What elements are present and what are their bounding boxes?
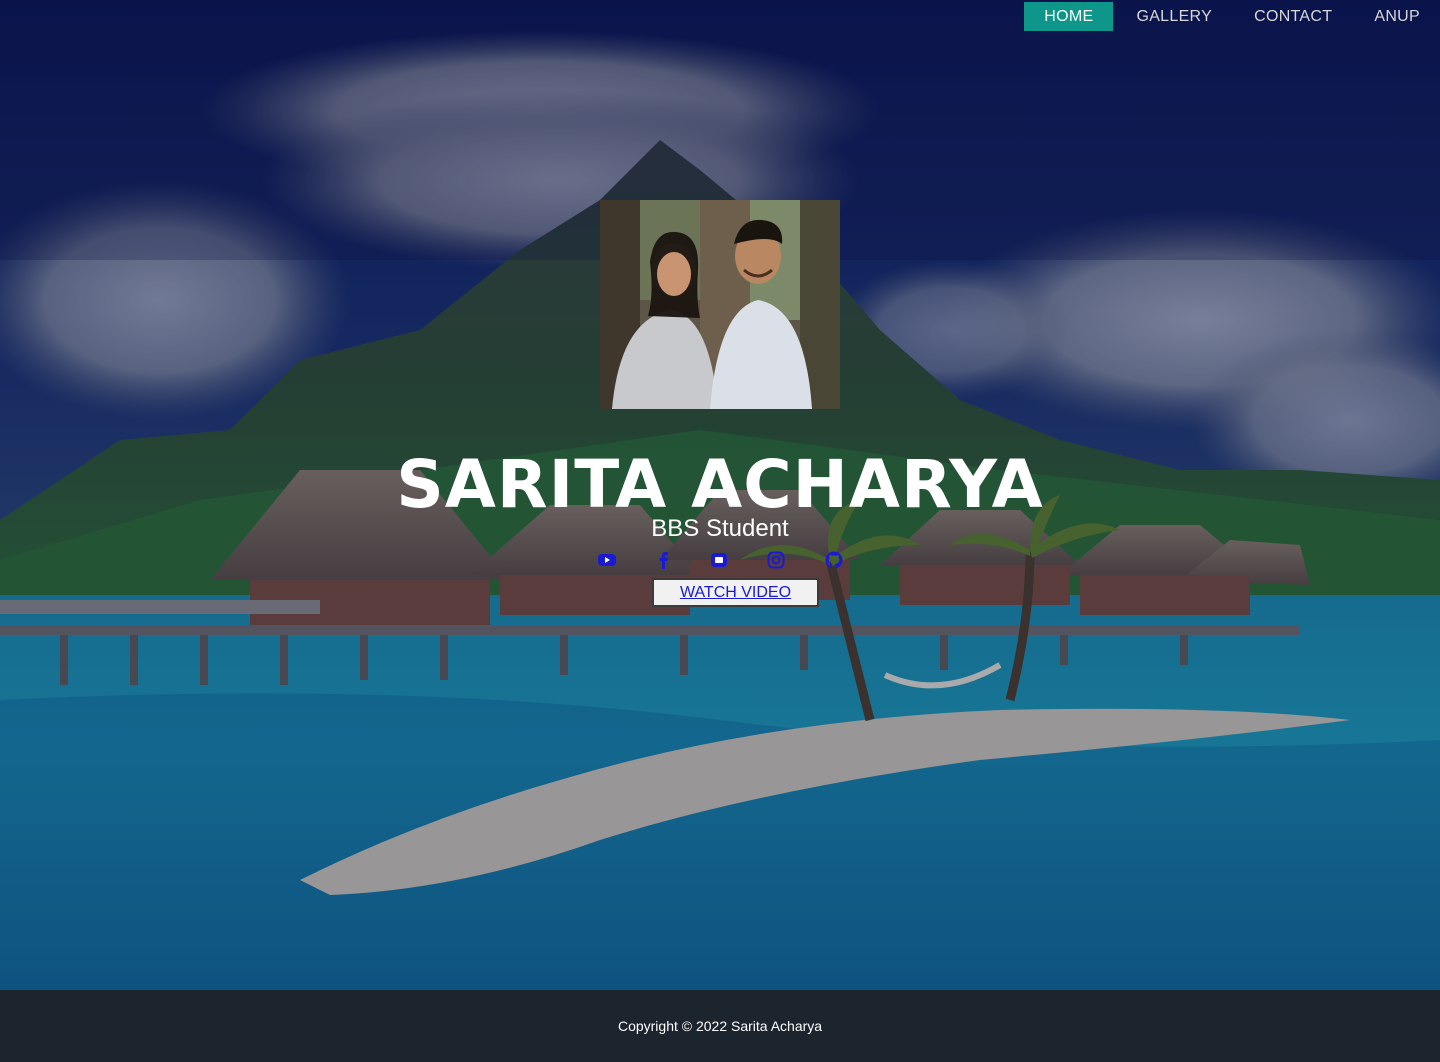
instagram-icon[interactable] — [766, 550, 786, 570]
facebook-icon[interactable] — [654, 550, 674, 570]
nav-home[interactable]: HOME — [1024, 2, 1114, 31]
couple-photo-image — [600, 200, 840, 409]
footer: Copyright © 2022 Sarita Acharya — [0, 990, 1440, 1062]
profile-photo — [600, 200, 840, 409]
nav-contact[interactable]: CONTACT — [1234, 2, 1354, 31]
copyright-text: Copyright © 2022 Sarita Acharya — [617, 1018, 823, 1034]
profile-name: SARITA ACHARYA — [396, 446, 1044, 523]
square-icon[interactable] — [709, 550, 729, 570]
nav-gallery[interactable]: GALLERY — [1113, 2, 1234, 31]
youtube-icon[interactable] — [597, 550, 617, 570]
watch-video-button[interactable]: WATCH VIDEO — [652, 578, 819, 607]
main-nav: HOME GALLERY CONTACT ANUP — [1024, 2, 1440, 31]
nav-anup[interactable]: ANUP — [1354, 2, 1440, 31]
social-links — [0, 550, 1440, 572]
github-icon[interactable] — [824, 550, 844, 570]
profile-role: BBS Student — [651, 515, 789, 542]
